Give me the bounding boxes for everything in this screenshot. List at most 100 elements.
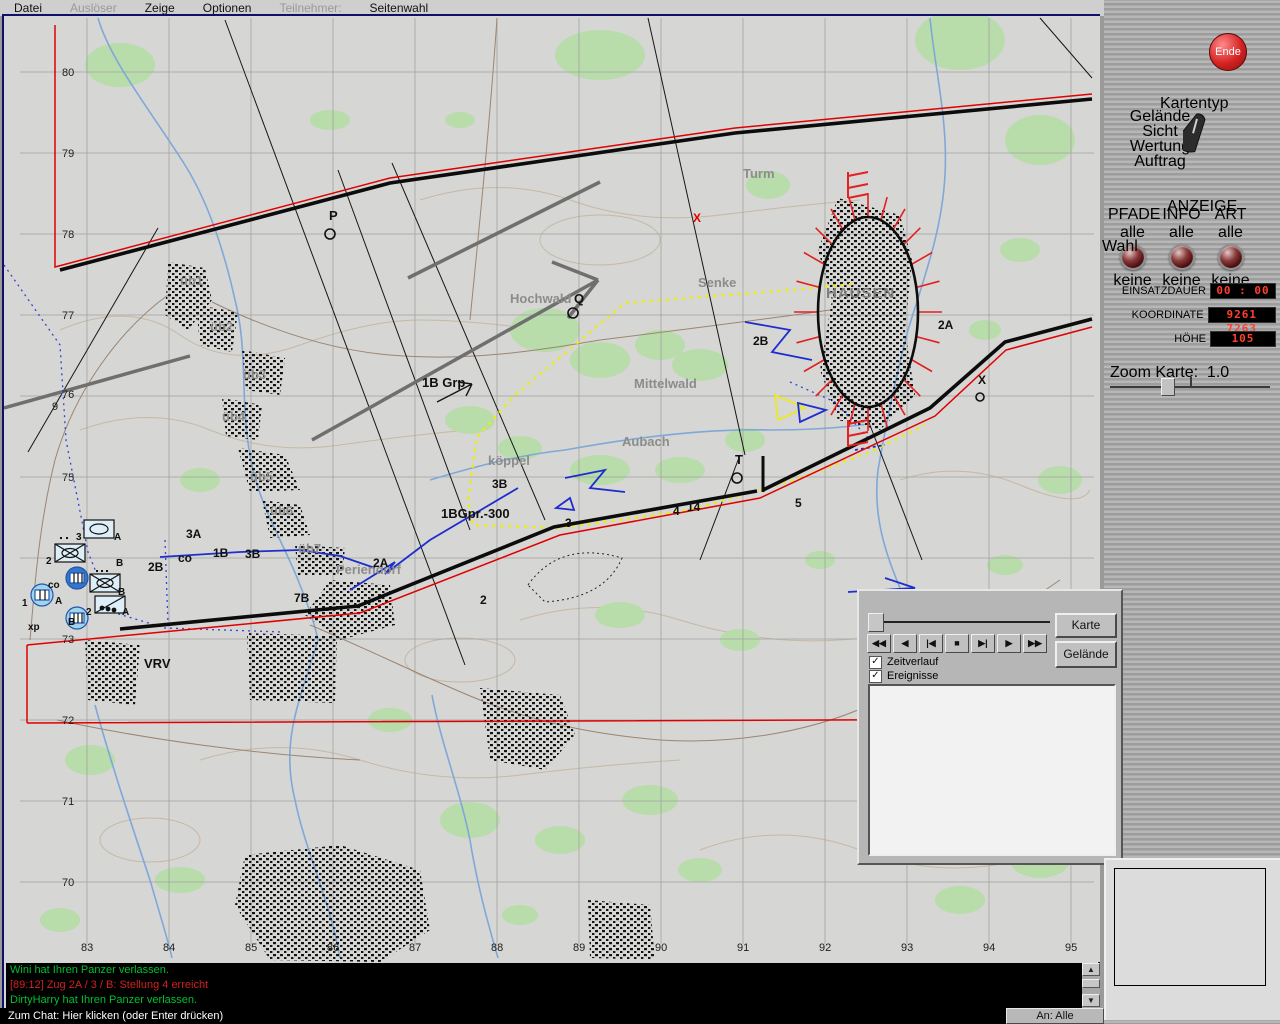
svg-text:87: 87: [409, 942, 421, 954]
svg-text:84: 84: [163, 942, 175, 954]
karte-button[interactable]: Karte: [1055, 613, 1117, 638]
gelaende-button[interactable]: Gelände: [1055, 641, 1117, 668]
svg-text:95: 95: [1065, 942, 1077, 954]
scroll-up-icon[interactable]: ▲: [1082, 963, 1100, 976]
svg-text:1B Grp: 1B Grp: [422, 375, 465, 390]
svg-text:14: 14: [687, 500, 701, 514]
knob-info[interactable]: [1168, 244, 1195, 270]
checkbox-label: Ereignisse: [887, 670, 939, 682]
svg-text:93: 93: [901, 942, 913, 954]
svg-text:83: 83: [81, 942, 93, 954]
kartentyp-knob-pointer[interactable]: [1183, 112, 1223, 158]
svg-text:3B: 3B: [245, 547, 261, 561]
svg-text:Mittelwald: Mittelwald: [634, 376, 697, 391]
svg-text:1B: 1B: [213, 546, 229, 560]
svg-text:3: 3: [565, 516, 572, 530]
svg-text:A: A: [55, 596, 62, 607]
menu-item-optionen[interactable]: Optionen: [189, 1, 266, 15]
svg-text:90: 90: [655, 942, 667, 954]
chat-log[interactable]: Wini hat Ihren Panzer verlassen. [89:12] …: [6, 963, 1082, 1008]
scroll-thumb[interactable]: [1082, 979, 1100, 988]
ende-button[interactable]: Ende: [1209, 33, 1247, 71]
svg-text:91: 91: [737, 942, 749, 954]
svg-text:xp: xp: [28, 622, 40, 633]
svg-text:üb6: üb6: [270, 503, 293, 518]
svg-text:X: X: [693, 211, 701, 225]
transport-button-2[interactable]: |◀: [919, 634, 943, 653]
chat-scrollbar[interactable]: ▲ ▼: [1082, 963, 1100, 1008]
menu-item-zeige[interactable]: Zeige: [131, 1, 189, 15]
transport-button-0[interactable]: ◀◀: [867, 634, 891, 653]
svg-text:2B: 2B: [148, 560, 164, 574]
svg-text:76: 76: [62, 389, 74, 401]
svg-text:P: P: [329, 208, 338, 223]
svg-text:B: B: [116, 558, 123, 569]
chat-line: Wini hat Ihren Panzer verlassen.: [10, 964, 169, 976]
menu-item-seitenwahl[interactable]: Seitenwahl: [355, 1, 442, 15]
svg-text:co: co: [48, 580, 60, 591]
transport-button-5[interactable]: ▶: [997, 634, 1021, 653]
knob-name: INFO: [1162, 206, 1201, 223]
chat-prompt[interactable]: Zum Chat: Hier klicken (oder Enter drück…: [8, 1010, 223, 1022]
zoom-slider-track[interactable]: [1110, 386, 1270, 388]
svg-text:üb4: üb4: [222, 409, 246, 424]
bottom-right-inner-box: [1114, 868, 1266, 986]
svg-text:üb7: üb7: [298, 541, 321, 556]
anzeige-column-info: INFO alle keine: [1157, 206, 1206, 290]
knob-art[interactable]: [1217, 244, 1244, 270]
svg-text:80: 80: [62, 67, 74, 79]
svg-text:2A: 2A: [373, 556, 389, 570]
svg-text:4: 4: [673, 504, 680, 518]
checkbox-ereignisse[interactable]: ✓: [869, 669, 882, 683]
zoom-slider-thumb[interactable]: [1161, 378, 1175, 396]
readout-label: KOORDINATE: [1131, 309, 1204, 321]
svg-text:2: 2: [86, 607, 92, 618]
wahl-label: Wahl: [1102, 238, 1138, 255]
chat-recipient-button[interactable]: An: Alle: [1006, 1008, 1104, 1024]
transport-button-6[interactable]: ▶▶: [1023, 634, 1047, 653]
svg-text:3B: 3B: [492, 477, 508, 491]
svg-text:B: B: [68, 617, 75, 628]
menu-item-datei[interactable]: Datei: [0, 1, 56, 15]
checkbox-label: Zeitverlauf: [887, 656, 939, 668]
time-slider-track[interactable]: [870, 621, 1050, 623]
chat-prompt-bar[interactable]: Zum Chat: Hier klicken (oder Enter drück…: [0, 1008, 1104, 1024]
svg-text:B: B: [118, 587, 125, 598]
scroll-down-icon[interactable]: ▼: [1082, 994, 1100, 1007]
checkbox-row-zeitverlauf[interactable]: ✓ Zeitverlauf: [869, 655, 938, 669]
readout-höhe: HÖHE 105: [1104, 331, 1276, 347]
svg-text:78: 78: [62, 229, 74, 241]
transport-controls: ◀◀ ◀ |◀ ■ ▶| ▶ ▶▶: [867, 634, 1047, 653]
transport-button-4[interactable]: ▶|: [971, 634, 995, 653]
svg-text:Turm: Turm: [743, 166, 775, 181]
svg-text:HAUSEN: HAUSEN: [826, 285, 895, 302]
svg-text:X: X: [978, 373, 986, 387]
svg-text:A: A: [114, 532, 121, 543]
menu-item-auslser: Auslöser: [70, 1, 117, 15]
svg-text:üb2: üb2: [210, 319, 233, 334]
transport-button-3[interactable]: ■: [945, 634, 969, 653]
svg-text:2: 2: [46, 556, 52, 567]
readout-einsatzdauer: EINSATZDAUER 00 : 00: [1104, 283, 1276, 299]
time-slider-thumb[interactable]: [868, 613, 884, 632]
checkbox-row-ereignisse[interactable]: ✓ Ereignisse: [869, 669, 938, 683]
svg-text:3A: 3A: [186, 527, 202, 541]
knob-name: ART: [1214, 206, 1247, 223]
event-listbox[interactable]: [868, 684, 1116, 856]
readout-value: 9261 7263: [1207, 307, 1276, 335]
svg-text:75: 75: [62, 472, 74, 484]
readout-value: 105: [1210, 331, 1276, 347]
svg-text:1BGpr.-300: 1BGpr.-300: [441, 506, 510, 521]
readout-koordinate: KOORDINATE 9261 7263: [1104, 307, 1276, 335]
svg-text:88: 88: [491, 942, 503, 954]
svg-text:85: 85: [245, 942, 257, 954]
svg-text:92: 92: [819, 942, 831, 954]
transport-button-1[interactable]: ◀: [893, 634, 917, 653]
knob-top-label: alle: [1218, 224, 1243, 241]
readout-label: HÖHE: [1174, 333, 1206, 345]
readout-value: 00 : 00: [1210, 283, 1276, 299]
chat-line: [89:12] Zug 2A / 3 / B: Stellung 4 errei…: [10, 979, 209, 991]
svg-text:üb3: üb3: [243, 367, 266, 382]
checkbox-zeitverlauf[interactable]: ✓: [869, 655, 882, 669]
svg-text:T: T: [735, 452, 743, 467]
